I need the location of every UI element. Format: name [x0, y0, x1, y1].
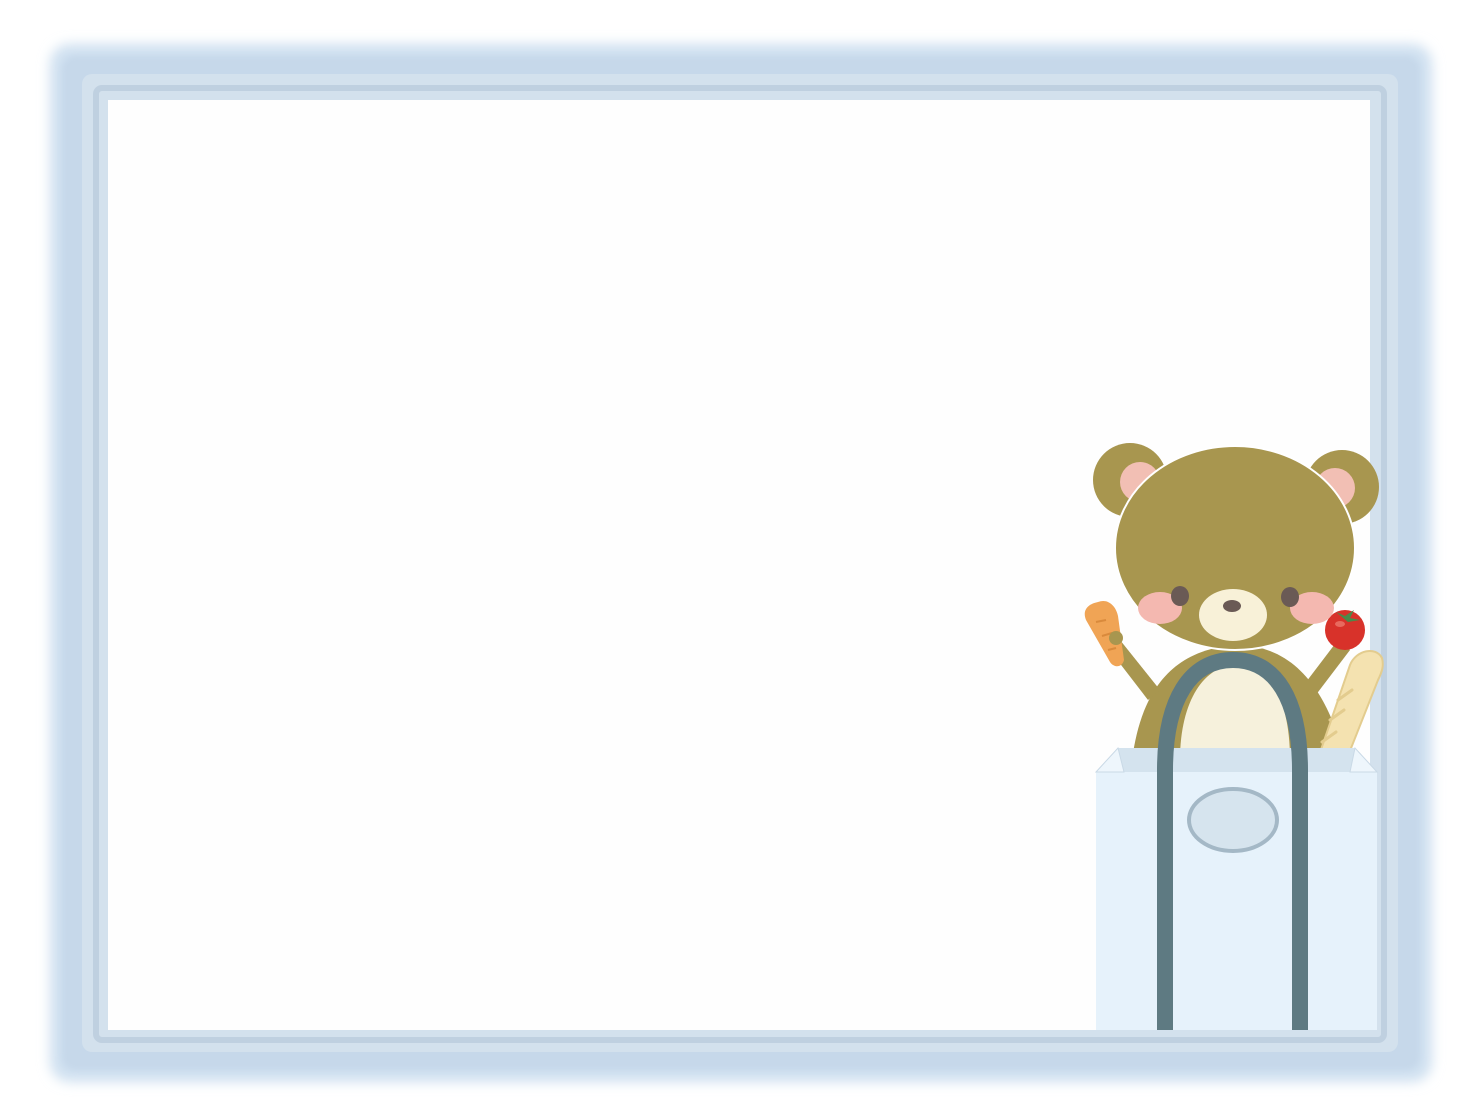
greeting-card-frame [0, 0, 1480, 1110]
blank-content-area [108, 100, 1370, 1030]
